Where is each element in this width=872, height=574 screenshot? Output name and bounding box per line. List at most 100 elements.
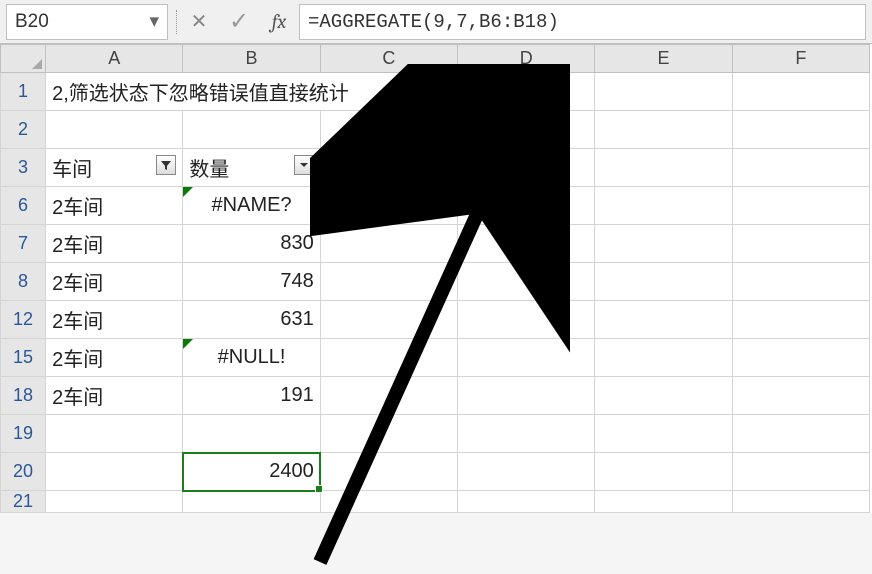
cell[interactable] — [732, 453, 869, 491]
select-all-corner[interactable] — [1, 45, 46, 73]
cell[interactable] — [595, 415, 732, 453]
name-box[interactable]: B20 ▾ — [6, 4, 168, 40]
cell[interactable] — [320, 415, 457, 453]
cell[interactable] — [732, 491, 869, 513]
cell[interactable]: 车间 — [46, 149, 183, 187]
enter-button[interactable]: ✓ — [219, 4, 259, 40]
cell[interactable] — [458, 263, 595, 301]
cell[interactable]: 2车间 — [46, 263, 183, 301]
cell[interactable] — [732, 149, 869, 187]
cell[interactable] — [595, 225, 732, 263]
cell[interactable] — [320, 149, 457, 187]
cell[interactable] — [183, 415, 320, 453]
cell[interactable]: 748 — [183, 263, 320, 301]
cell[interactable] — [595, 453, 732, 491]
cell[interactable] — [595, 491, 732, 513]
row-header[interactable]: 2 — [1, 111, 46, 149]
cell[interactable] — [732, 415, 869, 453]
fx-icon[interactable]: fx — [259, 4, 299, 40]
cell[interactable] — [458, 301, 595, 339]
row-header[interactable]: 8 — [1, 263, 46, 301]
worksheet-grid[interactable]: ABCDEF12,筛选状态下忽略错误值直接统计23车间数量62车间#NAME?7… — [0, 44, 872, 513]
cell[interactable] — [320, 491, 457, 513]
filter-active-icon[interactable] — [156, 155, 176, 175]
row-header[interactable]: 6 — [1, 187, 46, 225]
cell[interactable] — [458, 453, 595, 491]
column-header-F[interactable]: F — [732, 45, 869, 73]
cell[interactable] — [183, 111, 320, 149]
cell[interactable] — [458, 187, 595, 225]
cell[interactable] — [732, 225, 869, 263]
cell[interactable] — [46, 491, 183, 513]
cell[interactable] — [732, 339, 869, 377]
cell[interactable]: 2车间 — [46, 301, 183, 339]
cell[interactable] — [320, 453, 457, 491]
cell[interactable] — [458, 415, 595, 453]
separator — [176, 10, 177, 34]
column-header-B[interactable]: B — [183, 45, 320, 73]
cell[interactable] — [595, 263, 732, 301]
formula-input[interactable]: =AGGREGATE(9,7,B6:B18) — [299, 4, 866, 40]
cell[interactable] — [183, 491, 320, 513]
column-header-D[interactable]: D — [458, 45, 595, 73]
cell[interactable]: 2车间 — [46, 339, 183, 377]
row-header[interactable]: 7 — [1, 225, 46, 263]
cell[interactable]: 2车间 — [46, 377, 183, 415]
row-header[interactable]: 12 — [1, 301, 46, 339]
cell[interactable]: #NAME? — [183, 187, 320, 225]
column-header-A[interactable]: A — [46, 45, 183, 73]
cell[interactable] — [595, 149, 732, 187]
cell[interactable] — [320, 187, 457, 225]
row-header[interactable]: 1 — [1, 73, 46, 111]
cell[interactable] — [595, 187, 732, 225]
cell[interactable]: 191 — [183, 377, 320, 415]
cell[interactable] — [732, 73, 869, 111]
cell[interactable]: 2车间 — [46, 187, 183, 225]
row-header[interactable]: 20 — [1, 453, 46, 491]
row-header[interactable]: 15 — [1, 339, 46, 377]
cell[interactable] — [595, 73, 732, 111]
cell[interactable] — [458, 149, 595, 187]
cell[interactable] — [458, 339, 595, 377]
cell[interactable] — [458, 491, 595, 513]
cell[interactable] — [595, 301, 732, 339]
cell[interactable] — [732, 111, 869, 149]
cell[interactable] — [732, 263, 869, 301]
cell[interactable] — [46, 415, 183, 453]
cell[interactable] — [320, 225, 457, 263]
cell[interactable] — [732, 187, 869, 225]
row-header[interactable]: 19 — [1, 415, 46, 453]
cell[interactable] — [458, 377, 595, 415]
cell[interactable] — [320, 111, 457, 149]
cell[interactable] — [320, 339, 457, 377]
cell[interactable]: #NULL! — [183, 339, 320, 377]
cell[interactable] — [732, 377, 869, 415]
filter-dropdown-icon[interactable] — [294, 155, 314, 175]
cell[interactable]: 数量 — [183, 149, 320, 187]
cell-title[interactable]: 2,筛选状态下忽略错误值直接统计 — [46, 73, 458, 111]
cell[interactable] — [320, 263, 457, 301]
cell[interactable] — [458, 111, 595, 149]
cell[interactable] — [595, 339, 732, 377]
name-box-dropdown-icon[interactable]: ▾ — [149, 10, 159, 33]
cell[interactable] — [595, 111, 732, 149]
cell[interactable] — [46, 111, 183, 149]
cell[interactable] — [732, 301, 869, 339]
cancel-button[interactable]: ✕ — [179, 4, 219, 40]
row-header[interactable]: 3 — [1, 149, 46, 187]
cell[interactable]: 631 — [183, 301, 320, 339]
row-header[interactable]: 21 — [1, 491, 46, 513]
cell[interactable] — [458, 73, 595, 111]
cell[interactable]: 2车间 — [46, 225, 183, 263]
column-header-C[interactable]: C — [320, 45, 457, 73]
cell[interactable]: 830 — [183, 225, 320, 263]
active-cell[interactable]: 2400 — [183, 453, 320, 491]
cell[interactable] — [320, 377, 457, 415]
row-header[interactable]: 18 — [1, 377, 46, 415]
cell[interactable] — [46, 453, 183, 491]
name-box-value: B20 — [15, 11, 49, 33]
column-header-E[interactable]: E — [595, 45, 732, 73]
cell[interactable] — [595, 377, 732, 415]
cell[interactable] — [458, 225, 595, 263]
cell[interactable] — [320, 301, 457, 339]
